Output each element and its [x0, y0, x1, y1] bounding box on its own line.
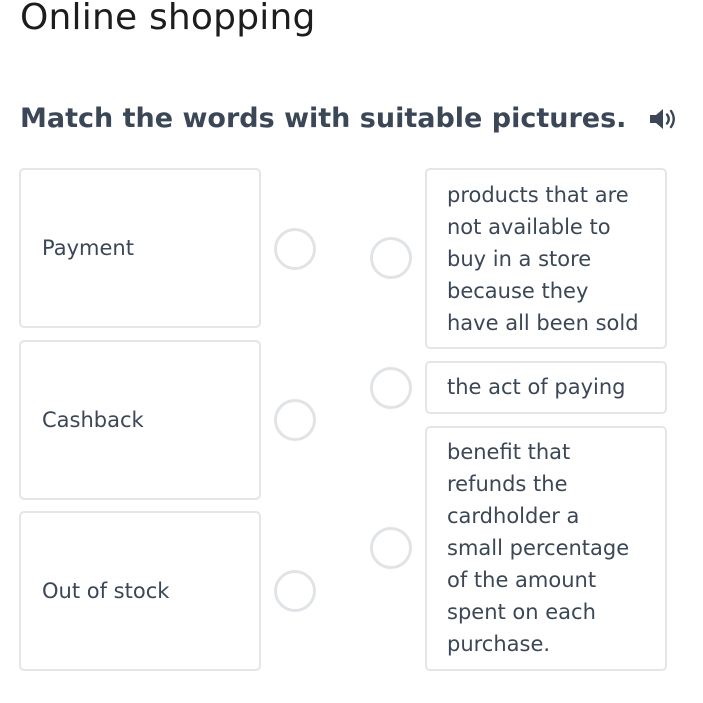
definition-card-3[interactable]: benefit that refunds the cardholder a sm… [425, 426, 667, 671]
definition-line: the act of paying [447, 375, 626, 399]
definition-line: of the amount [447, 568, 597, 592]
definition-line: refunds the [447, 472, 568, 496]
page-title: Online shopping [20, 0, 316, 38]
word-card-payment[interactable]: Payment [19, 168, 261, 328]
word-card-out-of-stock[interactable]: Out of stock [19, 511, 261, 671]
definition-card-1[interactable]: products that are not available to buy i… [425, 168, 667, 349]
definition-radio-2[interactable] [370, 367, 412, 409]
word-radio-out-of-stock[interactable] [274, 570, 316, 612]
definition-line: buy in a store [447, 247, 592, 271]
word-card-cashback[interactable]: Cashback [19, 340, 261, 500]
definition-radio-3[interactable] [370, 527, 412, 569]
definition-line: cardholder a [447, 504, 580, 528]
word-label: Cashback [42, 408, 144, 432]
definition-card-2[interactable]: the act of paying [425, 361, 667, 414]
exercise-page: Online shopping Match the words with sui… [0, 0, 703, 703]
definition-line: purchase. [447, 632, 551, 656]
speaker-icon[interactable] [648, 106, 678, 132]
speaker-icon-graphic [650, 109, 676, 129]
word-radio-payment[interactable] [274, 228, 316, 270]
word-radio-cashback[interactable] [274, 399, 316, 441]
definition-line: benefit that [447, 440, 571, 464]
instruction-text: Match the words with suitable pictures. [20, 103, 627, 134]
definition-line: spent on each [447, 600, 596, 624]
word-label: Out of stock [42, 579, 170, 603]
instruction-row: Match the words with suitable pictures. [20, 100, 678, 138]
definition-line: not available to [447, 215, 611, 239]
definition-radio-1[interactable] [370, 237, 412, 279]
word-label: Payment [42, 236, 134, 260]
definition-line: products that are [447, 183, 629, 207]
definition-line: because they [447, 279, 589, 303]
definition-line: have all been sold [447, 311, 639, 335]
definition-line: small percentage [447, 536, 630, 560]
